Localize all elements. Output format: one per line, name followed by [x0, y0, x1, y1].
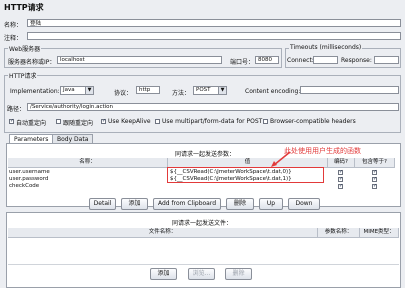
- keepalive-label: Use KeepAlive: [108, 118, 151, 125]
- name-label: 名称：: [4, 22, 23, 29]
- path-field[interactable]: [27, 103, 399, 111]
- web-server-title: Web服务器: [8, 44, 42, 53]
- multipart-label: Use multipart/form-data for POST: [162, 118, 263, 125]
- comment-field[interactable]: [27, 32, 401, 40]
- encoding-field[interactable]: [300, 86, 399, 94]
- files-col-path: 文件名称：: [8, 228, 318, 238]
- params-col-encode: 编码?: [328, 158, 355, 168]
- params-caption: 同请求一起发送参数：: [175, 151, 236, 158]
- param-include-checkbox[interactable]: [372, 184, 377, 189]
- files-caption: 同请求一起发送文件：: [172, 220, 233, 227]
- method-value: POST: [196, 87, 211, 93]
- comment-label: 注释：: [4, 35, 23, 42]
- implementation-label: Implementation:: [10, 88, 60, 95]
- chevron-down-icon: ▼: [218, 87, 226, 94]
- delete-param-button[interactable]: 删除: [226, 198, 254, 210]
- files-col-param: 参数名称：: [318, 228, 360, 238]
- page-title: HTTP请求: [4, 3, 44, 12]
- host-label: 服务器名称或IP：: [8, 59, 56, 66]
- tab-body-data[interactable]: Body Data: [52, 134, 94, 143]
- implementation-value: Java: [63, 87, 75, 93]
- protocol-field[interactable]: [136, 86, 160, 94]
- param-name-cell[interactable]: checkCode: [9, 183, 167, 190]
- tab-parameters[interactable]: Parameters: [9, 134, 54, 143]
- method-label: 方法：: [172, 90, 191, 97]
- annotation-text: 此处使用用户生成的函数: [284, 147, 361, 155]
- param-encode-checkbox[interactable]: [338, 184, 343, 189]
- detail-button[interactable]: Detail: [89, 198, 116, 210]
- connect-label: Connect:: [287, 57, 314, 64]
- name-field[interactable]: [27, 19, 401, 27]
- http-request-title: HTTP请求: [8, 71, 38, 80]
- protocol-label: 协议：: [114, 90, 133, 97]
- add-file-button[interactable]: 添加: [150, 268, 177, 280]
- method-select[interactable]: POST ▼: [193, 86, 227, 95]
- add-param-button[interactable]: 添加: [121, 198, 148, 210]
- response-field[interactable]: [374, 56, 399, 64]
- port-label: 端口号：: [230, 59, 255, 66]
- up-button[interactable]: Up: [259, 198, 283, 210]
- param-encode-checkbox[interactable]: [338, 177, 343, 182]
- keepalive-checkbox[interactable]: [101, 119, 106, 124]
- highlight-box: [167, 167, 324, 183]
- follow-redirects-label: 跟随重定向: [63, 120, 94, 127]
- down-button[interactable]: Down: [288, 198, 320, 210]
- connect-field[interactable]: [313, 56, 338, 64]
- encoding-label: Content encoding:: [245, 88, 301, 95]
- implementation-select[interactable]: Java ▼: [60, 86, 94, 95]
- port-field[interactable]: [255, 56, 279, 64]
- param-encode-checkbox[interactable]: [338, 170, 343, 175]
- browser-headers-label: Browser-compatible headers: [270, 118, 356, 125]
- follow-redirects-checkbox[interactable]: [56, 119, 61, 124]
- chevron-down-icon: ▼: [85, 87, 93, 94]
- browser-headers-checkbox[interactable]: [263, 119, 268, 124]
- path-label: 路径：: [7, 106, 26, 113]
- param-include-checkbox[interactable]: [372, 170, 377, 175]
- redirect-auto-label: 自动重定向: [16, 120, 47, 127]
- param-include-checkbox[interactable]: [372, 177, 377, 182]
- browse-button[interactable]: 浏览...: [188, 268, 215, 280]
- param-name-cell[interactable]: user.username: [9, 169, 167, 176]
- files-col-mime: MIME类型：: [360, 228, 399, 238]
- delete-file-button[interactable]: 删除: [225, 268, 252, 280]
- params-col-name: 名称：: [8, 158, 168, 168]
- host-field[interactable]: [57, 56, 222, 64]
- response-label: Response:: [341, 57, 372, 64]
- add-from-clipboard-button[interactable]: Add from Clipboard: [153, 198, 221, 210]
- timeouts-title: Timeouts (milliseconds): [289, 44, 363, 51]
- multipart-checkbox[interactable]: [155, 119, 160, 124]
- redirect-auto-checkbox[interactable]: [9, 119, 14, 124]
- files-table-body[interactable]: [8, 238, 399, 265]
- param-name-cell[interactable]: user.password: [9, 176, 167, 183]
- params-col-include: 包含等于?: [355, 158, 395, 168]
